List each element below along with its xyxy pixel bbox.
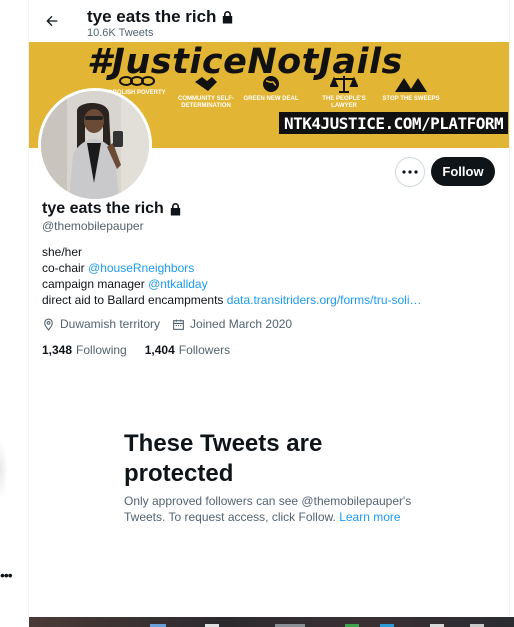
banner-item: COMMUNITY SELF-DETERMINATION	[171, 74, 241, 110]
profile-name-text: tye eats the rich	[42, 200, 164, 217]
location-pin-icon	[44, 318, 53, 331]
header-title: tye eats the rich	[87, 7, 234, 27]
profile-meta: Duwamish territory Joined March 2020	[42, 317, 300, 331]
learn-more-link[interactable]: Learn more	[339, 510, 400, 524]
protected-description: Only approved followers can see @themobi…	[124, 494, 412, 524]
avatar[interactable]	[38, 88, 152, 202]
banner-item: STOP THE SWEEPS	[376, 74, 446, 103]
calendar-icon	[173, 319, 184, 330]
arrow-left-icon	[46, 15, 58, 27]
following-label: Following	[76, 343, 127, 357]
bio-line: campaign manager @ntkallday	[42, 277, 208, 291]
tweet-count: 10.6K Tweets	[87, 27, 154, 39]
banner-item: THE PEOPLE'S LAWYER	[309, 74, 379, 110]
scales-icon	[330, 76, 358, 93]
profile-header: tye eats the rich 10.6K Tweets	[29, 0, 509, 42]
profile-handle: @themobilepauper	[42, 219, 144, 233]
followers-label: Followers	[178, 343, 231, 357]
mention-link[interactable]: @ntkallday	[148, 277, 208, 291]
profile-photo	[41, 91, 149, 199]
follow-button[interactable]: Follow	[431, 157, 495, 186]
bio-line: direct aid to Ballard encampments data.t…	[42, 293, 422, 307]
follow-stats: 1,348 Following 1,404 Followers	[42, 343, 248, 357]
bio-line: co-chair @houseRneighbors	[42, 261, 195, 275]
banner-website: NTK4JUSTICE.COM/PLATFORM	[279, 112, 509, 134]
handshake-icon	[195, 77, 217, 91]
protected-title: These Tweets are protected	[124, 430, 323, 487]
more-dots-icon	[402, 170, 418, 174]
profile-bio: she/her co-chair @houseRneighbors campai…	[42, 244, 422, 308]
banner-item: GREEN NEW DEAL	[236, 74, 306, 103]
back-button[interactable]	[39, 8, 65, 34]
left-shadow	[0, 440, 8, 500]
following-count: 1,348	[42, 343, 73, 357]
more-options-button[interactable]	[395, 157, 425, 187]
more-dots-icon[interactable]: •••	[0, 568, 13, 582]
tents-icon	[395, 78, 427, 92]
header-name-text: tye eats the rich	[87, 7, 217, 26]
location: Duwamish territory	[42, 317, 160, 331]
right-column-edge	[509, 0, 514, 617]
lock-icon	[223, 11, 233, 24]
lock-icon	[170, 203, 181, 216]
left-sidebar-edge	[0, 0, 29, 617]
bio-pronouns: she/her	[42, 245, 83, 259]
url-link[interactable]: data.transitriders.org/forms/tru-soli…	[227, 293, 422, 307]
followers-count: 1,404	[144, 343, 175, 357]
chain-icon	[119, 76, 155, 86]
globe-icon	[263, 76, 279, 92]
followers-link[interactable]: 1,404 Followers	[145, 343, 230, 357]
mention-link[interactable]: @houseRneighbors	[88, 261, 194, 275]
join-date: Joined March 2020	[172, 317, 292, 331]
profile-name: tye eats the rich	[42, 200, 182, 218]
following-link[interactable]: 1,348 Following	[42, 343, 127, 357]
